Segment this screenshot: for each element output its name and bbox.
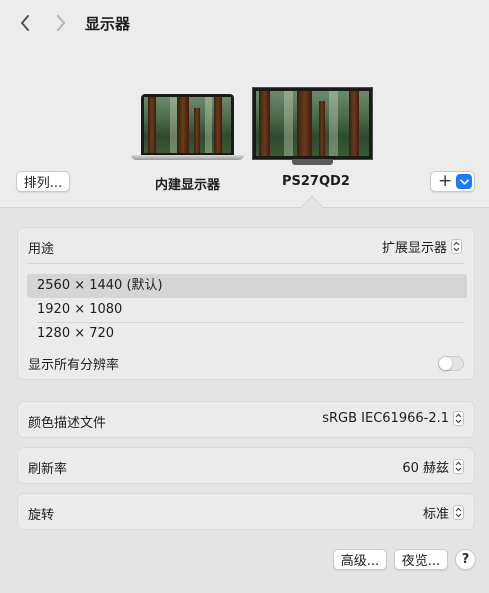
display-arrangement-area (0, 0, 489, 207)
external-display-thumbnail[interactable] (252, 87, 373, 165)
help-button[interactable]: ? (455, 549, 476, 570)
arrange-button[interactable]: 排列... (16, 171, 70, 192)
updown-arrows-icon (451, 239, 462, 254)
refresh-rate-label: 刷新率 (28, 462, 68, 477)
resolution-option-1920[interactable]: 1920 × 1080 (27, 298, 467, 322)
rotation-value: 标准 (422, 507, 449, 522)
wallpaper-image (144, 97, 231, 153)
rotation-popup[interactable]: 标准 (423, 503, 464, 522)
show-all-resolutions-label: 显示所有分辨率 (28, 358, 120, 373)
usage-popup[interactable]: 扩展显示器 (382, 237, 462, 256)
color-profile-popup[interactable]: sRGB IEC61966-2.1 (322, 411, 464, 426)
add-display-button[interactable]: + (430, 171, 475, 192)
builtin-display-thumbnail[interactable] (131, 94, 244, 166)
resolution-option-2560[interactable]: 2560 × 1440 (默认) (27, 274, 467, 298)
updown-arrows-icon (453, 505, 464, 520)
page-title: 显示器 (85, 15, 131, 33)
chevron-right-icon (57, 15, 65, 31)
updown-arrows-icon (453, 459, 464, 474)
resolution-option-1280[interactable]: 1280 × 720 (27, 322, 467, 346)
night-shift-button[interactable]: 夜览... (394, 549, 448, 570)
external-display-label[interactable]: PS27QD2 (282, 174, 350, 189)
plus-icon[interactable]: + (438, 172, 452, 191)
color-profile-row: 颜色描述文件 sRGB IEC61966-2.1 (17, 401, 475, 438)
refresh-rate-row: 刷新率 60 赫兹 (17, 447, 475, 484)
advanced-button[interactable]: 高级... (333, 549, 387, 570)
rotation-label: 旋转 (28, 508, 55, 523)
usage-label: 用途 (28, 242, 55, 257)
display-settings-card: 用途 扩展显示器 2560 × 1440 (默认) 1920 × 1080 12… (17, 227, 475, 380)
refresh-rate-popup[interactable]: 60 赫兹 (402, 457, 464, 476)
usage-value: 扩展显示器 (381, 241, 447, 256)
color-profile-value: sRGB IEC61966-2.1 (322, 411, 449, 426)
color-profile-label: 颜色描述文件 (28, 416, 107, 431)
wallpaper-image (256, 91, 369, 156)
updown-arrows-icon (453, 411, 464, 426)
forward-button[interactable] (50, 12, 72, 34)
show-all-resolutions-toggle[interactable] (438, 356, 464, 371)
chevron-left-icon (21, 15, 29, 31)
back-button[interactable] (14, 12, 36, 34)
rotation-row: 旋转 标准 (17, 493, 475, 530)
chevron-down-icon[interactable] (456, 174, 472, 189)
refresh-rate-value: 60 赫兹 (402, 461, 449, 476)
builtin-display-label[interactable]: 内建显示器 (155, 174, 220, 193)
